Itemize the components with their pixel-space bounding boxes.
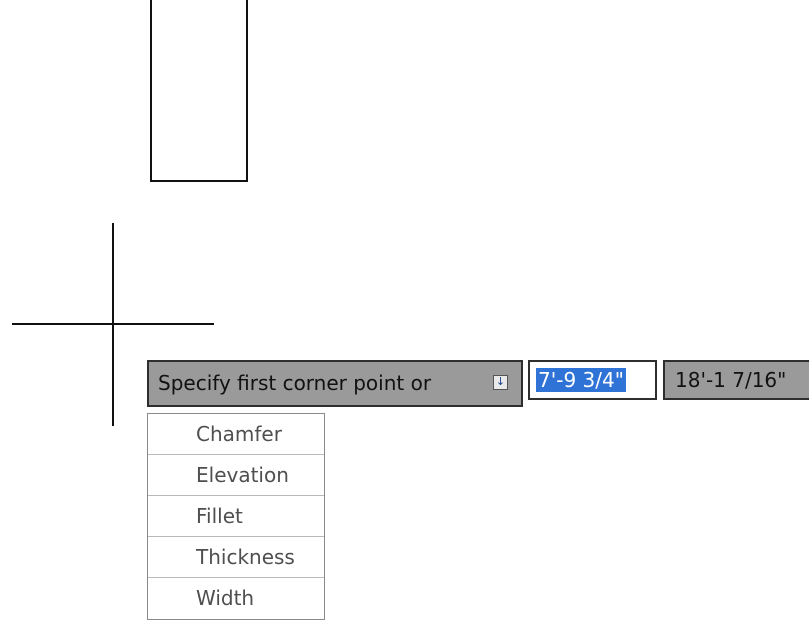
option-width[interactable]: Width — [148, 578, 324, 619]
command-prompt-tooltip: Specify first corner point or ↓ — [147, 360, 523, 407]
drawn-rectangle — [150, 0, 248, 182]
y-coordinate-value[interactable]: 18'-1 7/16" — [675, 368, 786, 392]
x-coordinate-value[interactable]: 7'-9 3/4" — [536, 368, 626, 392]
option-fillet[interactable]: Fillet — [148, 496, 324, 537]
option-thickness[interactable]: Thickness — [148, 537, 324, 578]
dropdown-arrow-icon[interactable]: ↓ — [493, 375, 508, 390]
crosshair-cursor-vertical — [112, 223, 114, 426]
x-coordinate-input[interactable]: 7'-9 3/4" — [528, 360, 657, 400]
command-options-menu: Chamfer Elevation Fillet Thickness Width — [147, 413, 325, 620]
y-coordinate-input[interactable]: 18'-1 7/16" — [663, 360, 809, 400]
prompt-text: Specify first corner point or — [158, 371, 432, 395]
option-chamfer[interactable]: Chamfer — [148, 414, 324, 455]
option-elevation[interactable]: Elevation — [148, 455, 324, 496]
